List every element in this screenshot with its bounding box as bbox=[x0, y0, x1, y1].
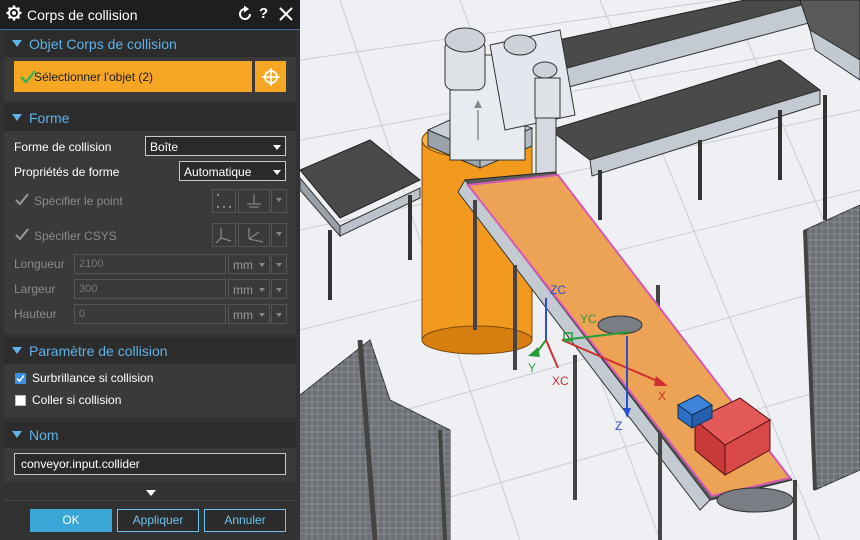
stick-on-collision-label: Coller si collision bbox=[32, 393, 122, 407]
section-shape-header[interactable]: Forme bbox=[4, 105, 296, 131]
left-safety-fence bbox=[300, 339, 451, 540]
collision-shape-select[interactable]: Boîte bbox=[145, 136, 286, 156]
point-inference-icon bbox=[247, 194, 261, 208]
csys-dialog-button[interactable] bbox=[212, 223, 236, 247]
xc-axis bbox=[545, 339, 559, 369]
y-axis-label: Y bbox=[528, 361, 536, 375]
collision-shape-value: Boîte bbox=[150, 140, 179, 154]
ok-button[interactable]: OK bbox=[30, 509, 112, 532]
csys-dialog-icon bbox=[215, 228, 232, 244]
checkmark-icon bbox=[15, 228, 29, 241]
shape-props-select[interactable]: Automatique bbox=[179, 161, 286, 181]
collision-shape-label: Forme de collision bbox=[14, 140, 112, 154]
select-object-button[interactable] bbox=[255, 61, 286, 92]
collapse-triangle-icon bbox=[12, 40, 22, 47]
csys-type-dropdown[interactable] bbox=[271, 223, 287, 247]
section-name-title: Nom bbox=[29, 427, 59, 443]
length-value: 2100 bbox=[79, 258, 104, 270]
z-axis-label: Z bbox=[615, 419, 622, 433]
point-dialog-icon bbox=[216, 193, 232, 209]
height-options-dropdown[interactable] bbox=[271, 304, 287, 324]
crosshair-icon bbox=[262, 68, 280, 86]
right-safety-fence bbox=[803, 204, 860, 491]
chevron-down-icon bbox=[259, 263, 265, 267]
name-input[interactable] bbox=[14, 453, 286, 475]
csys-inference-icon bbox=[248, 228, 264, 243]
stick-on-collision-checkbox[interactable] bbox=[15, 395, 26, 406]
width-options-dropdown[interactable] bbox=[271, 279, 287, 299]
width-unit-select[interactable]: mm bbox=[228, 279, 270, 299]
shape-props-value: Automatique bbox=[184, 165, 252, 179]
close-icon[interactable] bbox=[279, 7, 293, 21]
select-object-row[interactable]: Sélectionner l'objet (2) bbox=[14, 61, 252, 92]
divider bbox=[4, 500, 296, 501]
checkmark-icon bbox=[15, 193, 29, 206]
x-axis-label: X bbox=[658, 389, 666, 403]
select-object-label: Sélectionner l'objet (2) bbox=[34, 70, 154, 84]
width-label: Largeur bbox=[14, 282, 56, 296]
collapse-triangle-icon bbox=[12, 431, 22, 438]
collapse-triangle-icon bbox=[12, 114, 22, 121]
chevron-down-icon bbox=[259, 288, 265, 292]
cancel-button[interactable]: Annuler bbox=[204, 509, 286, 532]
point-dialog-button[interactable] bbox=[212, 189, 236, 213]
section-object-header[interactable]: Objet Corps de collision bbox=[4, 31, 296, 57]
chevron-down-icon bbox=[273, 170, 281, 175]
chevron-down-icon bbox=[259, 313, 265, 317]
specify-point-label: Spécifier le point bbox=[34, 194, 123, 208]
back-left-conveyor bbox=[300, 139, 421, 300]
shape-props-label: Propriétés de forme bbox=[14, 165, 120, 179]
length-options-dropdown[interactable] bbox=[271, 254, 287, 274]
checkbox-check-icon bbox=[16, 374, 25, 383]
length-input[interactable]: 2100 bbox=[74, 254, 226, 274]
more-options-chevron-icon[interactable] bbox=[146, 490, 156, 496]
xc-axis-label: XC bbox=[552, 374, 569, 388]
length-unit-select[interactable]: mm bbox=[228, 254, 270, 274]
specify-csys-label: Spécifier CSYS bbox=[34, 229, 117, 243]
yc-axis-label: YC bbox=[580, 312, 597, 326]
width-unit-value: mm bbox=[233, 283, 253, 297]
section-collision-params-title: Paramètre de collision bbox=[29, 343, 168, 359]
section-name-header[interactable]: Nom bbox=[4, 422, 296, 448]
apply-button[interactable]: Appliquer bbox=[117, 509, 199, 532]
length-unit-value: mm bbox=[233, 258, 253, 272]
height-label: Hauteur bbox=[14, 307, 57, 321]
width-input[interactable]: 300 bbox=[74, 279, 226, 299]
zc-axis-label: ZC bbox=[550, 283, 566, 297]
collision-body-dialog: Corps de collision ? Objet Corps de coll… bbox=[0, 0, 300, 540]
section-shape-title: Forme bbox=[29, 110, 70, 126]
back-right-conveyor bbox=[533, 0, 827, 220]
height-unit-value: mm bbox=[233, 308, 253, 322]
width-value: 300 bbox=[79, 283, 98, 295]
height-unit-select[interactable]: mm bbox=[228, 304, 270, 324]
point-inference-button[interactable] bbox=[238, 189, 270, 213]
highlight-on-collision-checkbox[interactable] bbox=[15, 373, 26, 384]
dialog-title: Corps de collision bbox=[27, 7, 138, 23]
height-value: 0 bbox=[79, 308, 86, 320]
right-frame bbox=[799, 0, 860, 81]
collapse-triangle-icon bbox=[12, 347, 22, 354]
section-object-title: Objet Corps de collision bbox=[29, 36, 177, 52]
gear-icon bbox=[6, 5, 22, 21]
chevron-down-icon bbox=[273, 145, 281, 150]
length-label: Longueur bbox=[14, 257, 65, 271]
dialog-titlebar[interactable]: Corps de collision ? bbox=[0, 0, 300, 30]
csys-inference-button[interactable] bbox=[238, 223, 270, 247]
scene-canvas: ZC YC XC Y X Z bbox=[300, 0, 860, 540]
highlight-on-collision-label: Surbrillance si collision bbox=[32, 371, 154, 385]
height-input[interactable]: 0 bbox=[74, 304, 226, 324]
reset-icon[interactable] bbox=[237, 5, 253, 23]
3d-viewport[interactable]: ZC YC XC Y X Z bbox=[300, 0, 860, 540]
point-type-dropdown[interactable] bbox=[271, 189, 287, 213]
help-icon[interactable]: ? bbox=[259, 5, 268, 22]
section-collision-params-header[interactable]: Paramètre de collision bbox=[4, 338, 296, 364]
